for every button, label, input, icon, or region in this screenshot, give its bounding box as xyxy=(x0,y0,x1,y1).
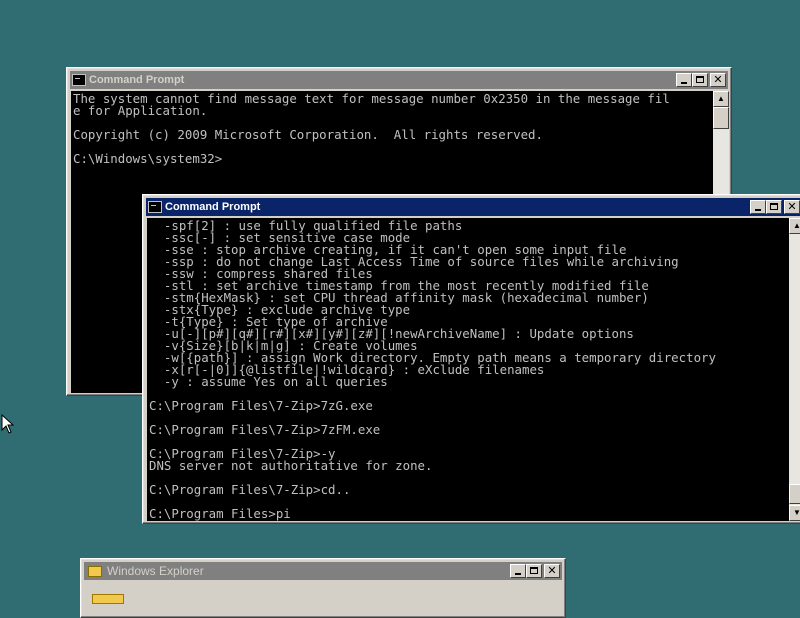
console-line: C:\Program Files>pi xyxy=(149,506,291,521)
windows-explorer-window[interactable]: Windows Explorer ✕ xyxy=(80,558,566,618)
back-cmd-scroll-up-button[interactable]: ▲ xyxy=(713,91,729,107)
cmd-app-icon xyxy=(72,74,86,86)
back-cmd-close-button[interactable]: ✕ xyxy=(710,73,726,87)
front-cmd-title: Command Prompt xyxy=(165,201,261,213)
cmd-app-icon xyxy=(148,201,162,213)
back-cmd-minimize-button[interactable] xyxy=(676,73,692,87)
front-cmd-scroll-up-button[interactable]: ▲ xyxy=(789,218,800,234)
front-cmd-minimize-button[interactable] xyxy=(750,200,766,214)
maximize-icon xyxy=(527,565,541,577)
front-command-prompt-window[interactable]: Command Prompt ✕ -spf[2] : use fully qua… xyxy=(142,194,800,524)
console-line: C:\Windows\system32> xyxy=(73,151,223,166)
folder-icon[interactable] xyxy=(92,594,124,604)
back-cmd-title: Command Prompt xyxy=(89,74,185,86)
console-line: Copyright (c) 2009 Microsoft Corporation… xyxy=(73,127,543,142)
front-cmd-scrollbar[interactable]: ▲ ▼ xyxy=(789,218,800,521)
explorer-titlebar[interactable]: Windows Explorer ✕ xyxy=(84,562,562,580)
minimize-icon xyxy=(677,74,691,86)
up-arrow-icon: ▲ xyxy=(793,221,800,230)
down-arrow-icon: ▼ xyxy=(793,508,800,517)
front-cmd-maximize-button[interactable] xyxy=(766,200,782,214)
console-line: DNS server not authoritative for zone. xyxy=(149,458,433,473)
minimize-icon xyxy=(751,201,765,213)
console-line: C:\Program Files\7-Zip>7zG.exe xyxy=(149,398,373,413)
console-line: C:\Program Files\7-Zip>7zFM.exe xyxy=(149,422,381,437)
back-cmd-titlebar[interactable]: Command Prompt ✕ xyxy=(70,71,728,89)
explorer-folder-icon xyxy=(87,564,103,578)
back-cmd-maximize-button[interactable] xyxy=(692,73,708,87)
up-arrow-icon: ▲ xyxy=(717,94,725,103)
console-line: e for Application. xyxy=(73,103,208,118)
console-line: C:\Program Files\7-Zip>cd.. xyxy=(149,482,351,497)
front-cmd-scroll-thumb[interactable] xyxy=(789,484,800,504)
back-cmd-scroll-thumb[interactable] xyxy=(713,107,729,129)
close-icon: ✕ xyxy=(787,200,797,213)
explorer-close-button[interactable]: ✕ xyxy=(544,564,560,578)
explorer-maximize-button[interactable] xyxy=(526,564,542,578)
explorer-title: Windows Explorer xyxy=(107,564,204,578)
console-line: -y : assume Yes on all queries xyxy=(149,374,388,389)
mouse-cursor-icon xyxy=(1,414,15,434)
minimize-icon xyxy=(511,565,525,577)
maximize-icon xyxy=(693,74,707,86)
front-cmd-titlebar[interactable]: Command Prompt ✕ xyxy=(146,198,800,216)
close-icon: ✕ xyxy=(547,564,557,577)
front-cmd-scroll-down-button[interactable]: ▼ xyxy=(789,505,800,521)
front-cmd-close-button[interactable]: ✕ xyxy=(784,200,800,214)
explorer-minimize-button[interactable] xyxy=(510,564,526,578)
close-icon: ✕ xyxy=(713,73,723,86)
maximize-icon xyxy=(767,201,781,213)
front-cmd-console-output[interactable]: -spf[2] : use fully qualified file paths… xyxy=(147,218,789,521)
